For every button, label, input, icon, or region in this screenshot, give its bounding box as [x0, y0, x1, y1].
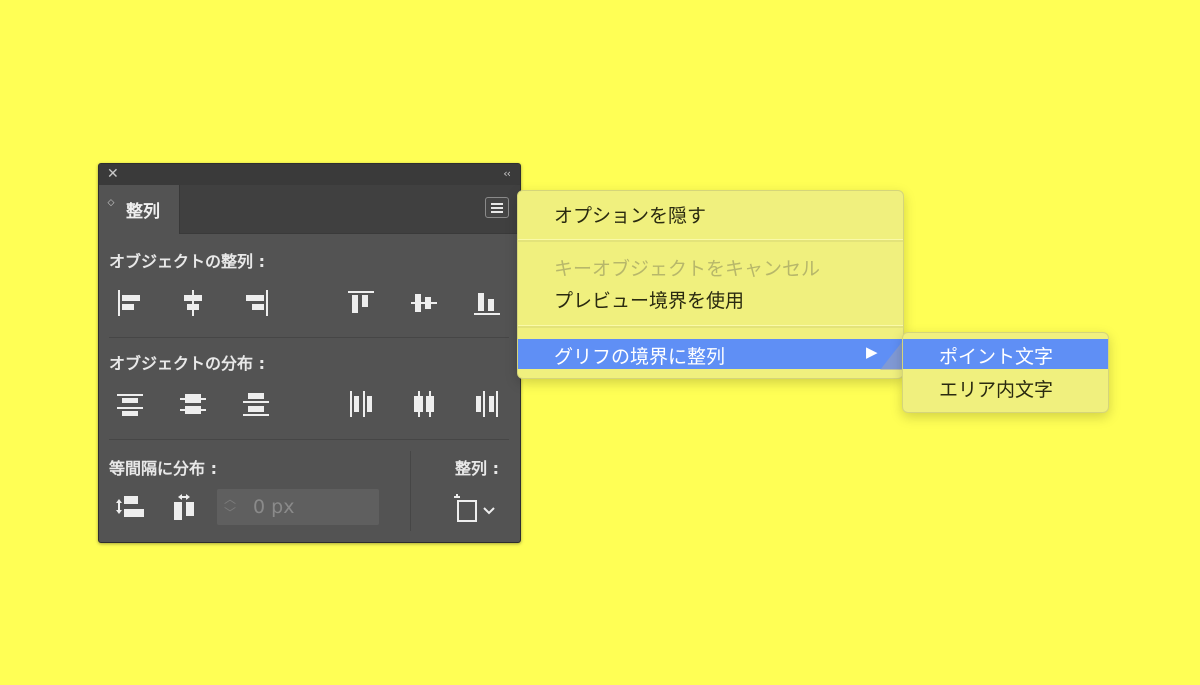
menu-item-align-to-glyph-bounds[interactable]: グリフの境界に整列 ▶ — [518, 339, 903, 369]
align-horizontal-center-icon[interactable] — [177, 287, 209, 319]
align-objects-label: オブジェクトの整列 : — [109, 252, 265, 271]
stepper-arrows-icon[interactable]: ︿ ﹀ — [223, 492, 237, 520]
spacing-stepper[interactable]: ︿ ﹀ — [217, 489, 379, 525]
align-to-dropdown[interactable] — [454, 492, 498, 524]
menu-item-use-preview-bounds[interactable]: プレビュー境界を使用 — [518, 283, 903, 313]
panel-titlebar[interactable]: ✕ ‹‹ — [99, 164, 520, 185]
align-bottom-icon[interactable] — [471, 287, 503, 319]
submenu-item-area-text[interactable]: エリア内文字 — [903, 372, 1108, 402]
submenu-item-point-text[interactable]: ポイント文字 — [903, 339, 1108, 369]
distribute-left-icon[interactable] — [345, 388, 377, 420]
tab-label: 整列 — [126, 202, 160, 222]
align-vertical-center-icon[interactable] — [408, 287, 440, 319]
section-divider — [109, 439, 509, 440]
distribute-right-icon[interactable] — [471, 388, 503, 420]
align-to-label: 整列 : — [455, 459, 499, 478]
menu-item-cancel-key-object: キーオブジェクトをキャンセル — [554, 258, 821, 280]
menu-separator — [518, 239, 903, 242]
section-divider — [109, 337, 509, 338]
align-panel: ✕ ‹‹ ◇ 整列 オブジェクトの整列 : オブジェクトの分布 : 等間隔に分布… — [98, 163, 521, 543]
panel-menu-button[interactable] — [485, 197, 509, 218]
vertical-distribute-space-icon[interactable] — [114, 492, 146, 524]
menu-item-hide-options[interactable]: オプションを隠す — [518, 198, 903, 228]
tab-expand-icon[interactable]: ◇ — [107, 199, 115, 208]
hamburger-icon — [491, 203, 503, 205]
align-right-icon[interactable] — [240, 287, 272, 319]
align-left-icon[interactable] — [114, 287, 146, 319]
tab-align[interactable]: ◇ 整列 — [99, 185, 180, 234]
distribute-spacing-label: 等間隔に分布 : — [109, 459, 217, 478]
align-top-icon[interactable] — [345, 287, 377, 319]
spacing-input[interactable] — [253, 495, 363, 519]
close-icon[interactable]: ✕ — [107, 166, 119, 182]
distribute-bottom-icon[interactable] — [240, 388, 272, 420]
distribute-vertical-center-icon[interactable] — [177, 388, 209, 420]
menu-separator — [518, 325, 903, 328]
glyph-bounds-submenu: ポイント文字 エリア内文字 — [902, 332, 1109, 413]
distribute-horizontal-center-icon[interactable] — [408, 388, 440, 420]
panel-flyout-menu: オプションを隠す キーオブジェクトをキャンセル プレビュー境界を使用 グリフの境… — [517, 190, 904, 379]
collapse-icon[interactable]: ‹‹ — [503, 166, 511, 182]
distribute-objects-label: オブジェクトの分布 : — [109, 354, 265, 373]
panel-tab-row: ◇ 整列 — [99, 185, 520, 234]
horizontal-distribute-space-icon[interactable] — [169, 492, 201, 524]
section-vertical-divider — [410, 451, 411, 531]
distribute-top-icon[interactable] — [114, 388, 146, 420]
